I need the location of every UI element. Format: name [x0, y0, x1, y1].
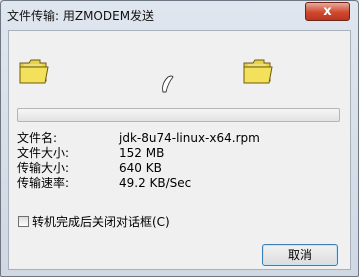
- title-bar[interactable]: 文件传输: 用ZMODEM发送 x: [1, 1, 358, 29]
- transfer-progress-bar: [17, 108, 340, 122]
- close-button[interactable]: x: [305, 2, 350, 21]
- filename-value: jdk-8u74-linux-x64.rpm: [119, 131, 260, 145]
- filename-label: 文件名:: [17, 131, 58, 145]
- cancel-button[interactable]: 取消: [262, 244, 338, 266]
- transfer-dialog: 文件传输: 用ZMODEM发送 x 文件名: jdk-8u74-linux-x6…: [0, 0, 359, 277]
- destination-folder-icon: [243, 59, 273, 84]
- close-when-done-label[interactable]: 转机完成后关闭对话框(C): [32, 215, 170, 229]
- rate-value: 49.2 KB/Sec: [119, 176, 192, 190]
- close-when-done-option[interactable]: 转机完成后关闭对话框(C): [18, 213, 170, 229]
- rate-label: 传输速率:: [17, 176, 70, 190]
- close-icon: x: [323, 4, 332, 19]
- paper-icon: [162, 75, 174, 93]
- transferred-value: 640 KB: [119, 161, 162, 175]
- transferred-label: 传输大小:: [17, 161, 70, 175]
- file-size-label: 文件大小:: [17, 146, 70, 160]
- window-title: 文件传输: 用ZMODEM发送: [7, 9, 155, 23]
- file-size-value: 152 MB: [119, 146, 165, 160]
- close-when-done-checkbox[interactable]: [18, 216, 29, 227]
- source-folder-icon: [19, 59, 49, 84]
